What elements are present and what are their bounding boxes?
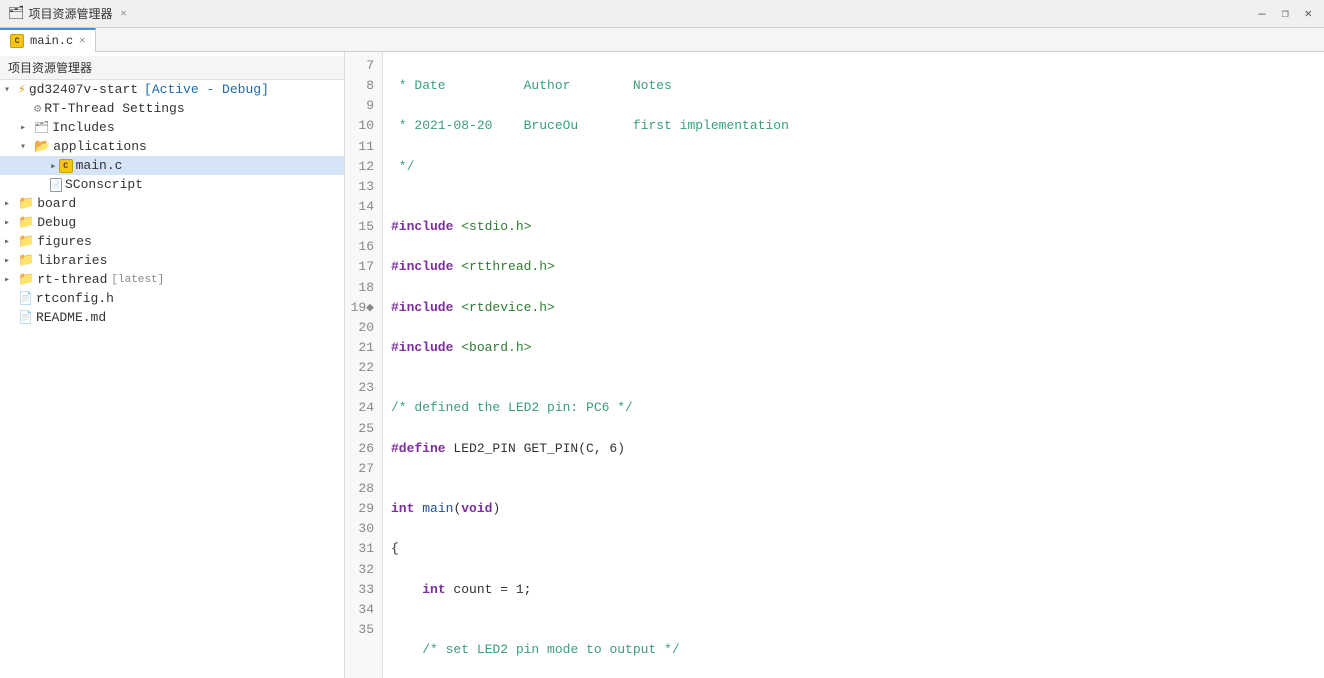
board-label: board (37, 196, 76, 211)
main-area: 项目资源管理器 ⚡ gd32407v-start [Active - Debug… (0, 52, 1324, 678)
tab-close-project[interactable]: ✕ (121, 8, 127, 20)
tree-item-main-c[interactable]: ▸ C main.c (0, 156, 344, 175)
debug-folder-icon: 📁 (18, 215, 34, 230)
project-manager-icon: 🗂 (8, 6, 25, 21)
main-c-label: main.c (76, 158, 123, 173)
tree-item-rt-thread-settings[interactable]: ⚙ RT-Thread Settings (0, 99, 344, 118)
title-bar: 🗂 项目资源管理器 ✕ — ❐ ✕ (0, 0, 1324, 28)
libraries-folder-icon: 📁 (18, 253, 34, 268)
main-c-file-icon: C (59, 159, 73, 173)
gd32407v-label: gd32407v-start (29, 82, 138, 97)
tree-item-includes[interactable]: 🗂 Includes (0, 118, 344, 137)
code-view: 7 8 9 10 11 12 13 14 15 16 17 18 19◆ 20 … (345, 52, 1324, 678)
includes-icon: 🗂 (34, 120, 49, 135)
tree-item-gd32407v[interactable]: ⚡ gd32407v-start [Active - Debug] (0, 80, 344, 99)
applications-folder-icon: 📂 (34, 139, 50, 154)
tree-item-libraries[interactable]: 📁 libraries (0, 251, 344, 270)
arrow-rt-thread (4, 274, 18, 286)
readme-file-icon: 📄 (18, 310, 33, 325)
window-close[interactable]: ✕ (1301, 6, 1316, 21)
gd32407v-badge: [Active - Debug] (144, 82, 269, 97)
rt-thread-badge: [latest] (111, 274, 164, 286)
project-icon: ⚡ (18, 82, 26, 97)
arrow-includes (20, 122, 34, 134)
tree-item-rt-thread[interactable]: 📁 rt-thread [latest] (0, 270, 344, 289)
sidebar-title-label: 项目资源管理器 (8, 59, 92, 76)
rt-settings-label: RT-Thread Settings (44, 101, 184, 116)
applications-label: applications (53, 139, 147, 154)
main-c-expand-icon: ▸ (50, 159, 57, 173)
code-content: * Date Author Notes * 2021-08-20 BruceOu… (383, 52, 1324, 678)
rt-settings-icon: ⚙ (34, 101, 41, 116)
tree-item-readme-md[interactable]: 📄 README.md (0, 308, 344, 327)
tree-item-sconscript[interactable]: 📄 SConscript (0, 175, 344, 194)
project-manager-title: 项目资源管理器 (29, 5, 113, 22)
tab-main-c-label: main.c (30, 34, 73, 48)
tree-item-applications[interactable]: 📂 applications (0, 137, 344, 156)
arrow-libraries (4, 255, 18, 267)
file-c-tab-icon: C (10, 34, 24, 48)
sidebar-title: 项目资源管理器 (0, 56, 344, 80)
editor-area[interactable]: 7 8 9 10 11 12 13 14 15 16 17 18 19◆ 20 … (345, 52, 1324, 678)
libraries-label: libraries (37, 253, 107, 268)
title-bar-left: 🗂 项目资源管理器 ✕ (8, 5, 127, 22)
sconscript-label: SConscript (65, 177, 143, 192)
tree-item-figures[interactable]: 📁 figures (0, 232, 344, 251)
figures-folder-icon: 📁 (18, 234, 34, 249)
arrow-debug (4, 217, 18, 229)
window-minimize[interactable]: — (1254, 7, 1269, 21)
sconscript-file-icon: 📄 (50, 178, 62, 192)
arrow-figures (4, 236, 18, 248)
window-restore[interactable]: ❐ (1278, 6, 1293, 21)
debug-label: Debug (37, 215, 76, 230)
tab-main-c-close[interactable]: ✕ (79, 35, 85, 47)
figures-label: figures (37, 234, 92, 249)
tree-item-debug[interactable]: 📁 Debug (0, 213, 344, 232)
tab-main-c[interactable]: C main.c ✕ (0, 28, 96, 52)
rt-thread-label: rt-thread (37, 272, 107, 287)
board-folder-icon: 📁 (18, 196, 34, 211)
tab-bar: C main.c ✕ (0, 28, 1324, 52)
arrow-applications (20, 141, 34, 153)
includes-label: Includes (52, 120, 114, 135)
rt-thread-folder-icon: 📁 (18, 272, 34, 287)
arrow-board (4, 198, 18, 210)
rtconfig-label: rtconfig.h (36, 291, 114, 306)
sidebar: 项目资源管理器 ⚡ gd32407v-start [Active - Debug… (0, 52, 345, 678)
rtconfig-file-icon: 📄 (18, 291, 33, 306)
tree-item-board[interactable]: 📁 board (0, 194, 344, 213)
arrow-gd32407v (4, 84, 18, 96)
line-numbers: 7 8 9 10 11 12 13 14 15 16 17 18 19◆ 20 … (345, 52, 383, 678)
readme-label: README.md (36, 310, 106, 325)
tree-item-rtconfig-h[interactable]: 📄 rtconfig.h (0, 289, 344, 308)
